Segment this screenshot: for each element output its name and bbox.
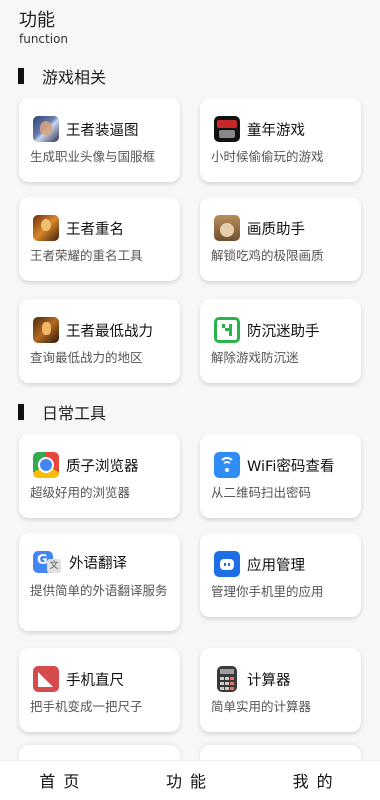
card-desc: 解除游戏防沉迷 <box>211 350 299 365</box>
card-desc: 从二维码扫出密码 <box>211 485 312 500</box>
card-anti-addiction[interactable]: 防沉迷助手 解除游戏防沉迷 <box>200 299 361 383</box>
card-childhood-games[interactable]: 童年游戏 小时候偷偷玩的游戏 <box>200 98 361 182</box>
section-title: 游戏相关 <box>42 68 107 87</box>
card-name: 画质助手 <box>247 221 305 238</box>
card-graphics-assistant[interactable]: 画质助手 解锁吃鸡的极限画质 <box>200 197 361 281</box>
retro-game-icon <box>214 116 240 142</box>
card-desc: 把手机变成一把尺子 <box>30 699 143 714</box>
card-name: 王者重名 <box>66 221 124 238</box>
hero-avatar-icon <box>33 116 59 142</box>
page-header: 功能 function <box>0 0 380 50</box>
card-desc: 查询最低战力的地区 <box>30 350 143 365</box>
calculator-icon <box>217 666 237 692</box>
card-wifi-password[interactable]: WiFi密码查看 从二维码扫出密码 <box>200 434 361 518</box>
section-header-tools: 日常工具 <box>18 401 106 423</box>
hero-portrait-icon <box>33 215 59 241</box>
nav-mine[interactable]: 我的 <box>253 761 380 800</box>
card-name: 应用管理 <box>247 557 305 574</box>
card-name: 外语翻译 <box>69 555 127 572</box>
card-name: WiFi密码查看 <box>247 458 335 475</box>
section-bar <box>18 68 24 84</box>
card-lowest-power[interactable]: 王者最低战力 查询最低战力的地区 <box>19 299 180 383</box>
card-browser[interactable]: 质子浏览器 超级好用的浏览器 <box>19 434 180 518</box>
translate-icon: G文 <box>33 551 61 573</box>
section-bar <box>18 404 24 420</box>
anti-addiction-icon <box>214 317 240 343</box>
browser-icon <box>33 452 59 478</box>
card-calculator[interactable]: 计算器 简单实用的计算器 <box>200 648 361 732</box>
card-desc: 生成职业头像与国服框 <box>30 149 156 164</box>
card-desc: 解锁吃鸡的极限画质 <box>211 248 324 263</box>
card-desc: 提供简单的外语翻译服务 <box>30 583 168 598</box>
nav-home[interactable]: 首页 <box>0 761 127 800</box>
ruler-icon <box>33 666 59 692</box>
nav-function[interactable]: 功能 <box>127 761 254 800</box>
warrior-icon <box>33 317 59 343</box>
card-name: 质子浏览器 <box>66 458 139 475</box>
card-desc: 简单实用的计算器 <box>211 699 312 714</box>
card-desc: 王者荣耀的重名工具 <box>30 248 143 263</box>
card-duplicate-name[interactable]: 王者重名 王者荣耀的重名工具 <box>19 197 180 281</box>
card-name: 手机直尺 <box>66 672 124 689</box>
card-hero-skin-generator[interactable]: 王者装逼图 生成职业头像与国服框 <box>19 98 180 182</box>
card-desc: 管理你手机里的应用 <box>211 584 324 599</box>
section-title: 日常工具 <box>42 404 107 423</box>
card-name: 计算器 <box>247 672 291 689</box>
card-name: 王者最低战力 <box>66 323 153 340</box>
app-manager-icon <box>214 551 240 577</box>
pubg-character-icon <box>214 215 240 241</box>
section-header-games: 游戏相关 <box>18 65 106 87</box>
card-desc: 超级好用的浏览器 <box>30 485 131 500</box>
card-desc: 小时候偷偷玩的游戏 <box>211 149 324 164</box>
card-name: 防沉迷助手 <box>247 323 320 340</box>
wifi-icon <box>214 452 240 478</box>
page-title: 功能 <box>19 10 55 31</box>
card-name: 童年游戏 <box>247 122 305 139</box>
card-app-manager[interactable]: 应用管理 管理你手机里的应用 <box>200 533 361 617</box>
card-ruler[interactable]: 手机直尺 把手机变成一把尺子 <box>19 648 180 732</box>
bottom-nav: 首页 功能 我的 <box>0 760 380 800</box>
card-name: 王者装逼图 <box>66 122 139 139</box>
page-subtitle: function <box>19 32 69 46</box>
card-translate[interactable]: G 文外语翻译 提供简单的外语翻译服务 <box>19 533 180 631</box>
